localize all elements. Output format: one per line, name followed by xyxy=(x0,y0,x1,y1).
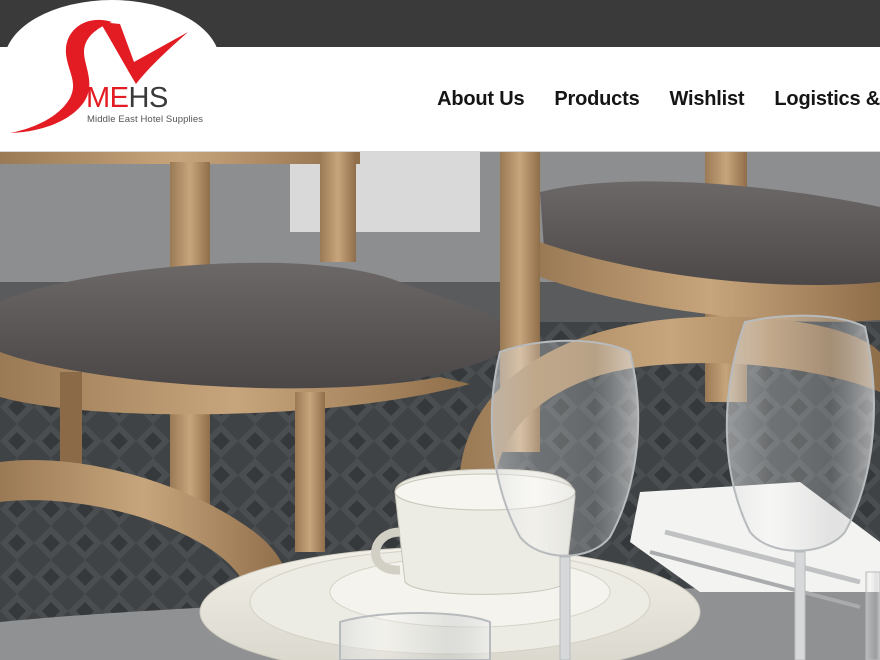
nav-about-us[interactable]: About Us xyxy=(437,88,524,111)
logo-mark-icon xyxy=(10,19,188,134)
nav-logistics[interactable]: Logistics & xyxy=(774,88,880,111)
logo-wordmark: MEHS xyxy=(86,84,168,113)
logo-tagline: Middle East Hotel Supplies xyxy=(87,114,204,125)
hero-illustration xyxy=(0,152,880,660)
logo-text-hs: HS xyxy=(128,82,169,114)
logo-text-me: ME xyxy=(86,82,129,114)
site-logo[interactable]: MEHS Middle East Hotel Supplies xyxy=(0,0,222,151)
nav-products[interactable]: Products xyxy=(554,88,639,111)
nav-wishlist[interactable]: Wishlist xyxy=(670,88,745,111)
hero-image xyxy=(0,152,880,660)
main-nav: About Us Products Wishlist Logistics & xyxy=(437,47,880,151)
